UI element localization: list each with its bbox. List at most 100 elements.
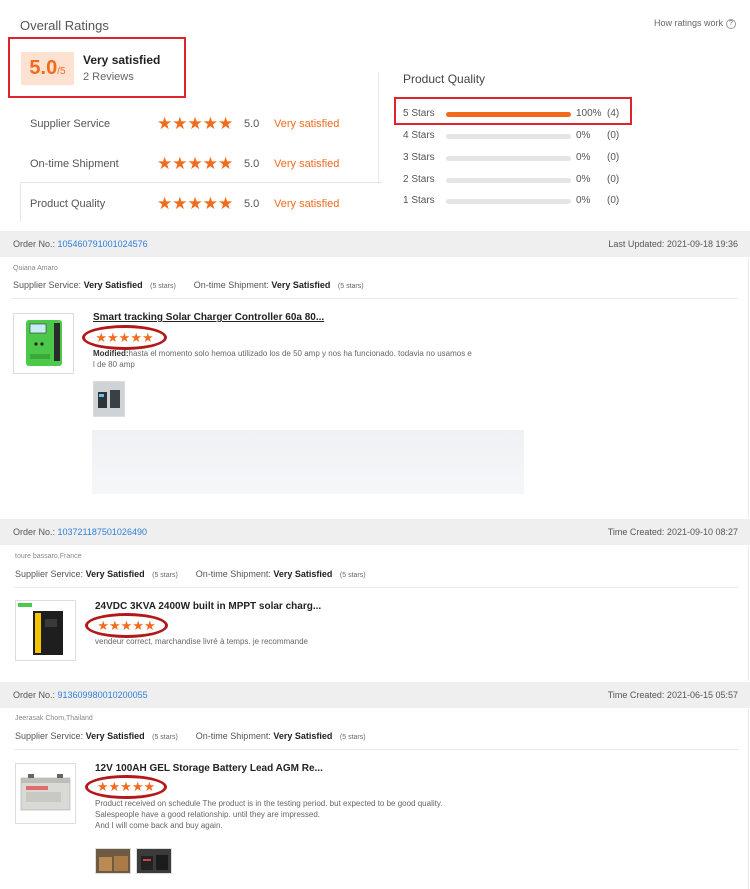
star-distribution-row: 2 Stars 0% (0) xyxy=(403,172,633,188)
order-number: Order No.: 105460791001024576 xyxy=(13,239,148,249)
order-number: Order No.: 103721187501026490 xyxy=(13,527,147,537)
divider xyxy=(748,258,749,518)
divider xyxy=(14,749,739,750)
photo-image xyxy=(137,849,171,873)
distribution-percent: 100% xyxy=(576,108,602,119)
criterion-stars: ★★★★★ xyxy=(157,114,234,133)
supplier-value: Very Satisfied xyxy=(83,280,143,290)
modified-label: Modified: xyxy=(93,349,129,358)
product-image[interactable] xyxy=(15,763,76,824)
supplier-stars: (5 stars) xyxy=(152,734,178,741)
divider xyxy=(748,546,749,681)
overall-score-label: Very satisfied xyxy=(83,53,161,67)
reviewer-name: toure bassaro,France xyxy=(15,553,82,560)
distribution-count: (0) xyxy=(607,152,620,163)
supplier-label: Supplier Service: xyxy=(13,280,82,290)
review-photo-thumbnail[interactable] xyxy=(136,848,172,874)
supplier-value: Very Satisfied xyxy=(85,569,145,579)
review-line: Salespeople have a good relationship. un… xyxy=(95,810,321,819)
star-distribution-row: 5 Stars 100% (4) xyxy=(403,106,633,122)
star-level-label: 1 Stars xyxy=(403,195,435,206)
supplier-stars: (5 stars) xyxy=(150,283,176,290)
supplier-stars: (5 stars) xyxy=(152,572,178,579)
divider xyxy=(748,709,749,889)
distribution-bar xyxy=(446,112,571,117)
product-title-link[interactable]: Smart tracking Solar Charger Controller … xyxy=(93,312,324,323)
review-stars: ★★★★★ xyxy=(97,617,156,633)
help-icon: ? xyxy=(726,18,736,29)
reviewer-name: Quiana Amaro xyxy=(13,265,58,272)
order-number-link[interactable]: 913609980010200055 xyxy=(58,690,148,700)
section-divider xyxy=(378,72,379,184)
criterion-product-quality: Product Quality ★★★★★ 5.0 Very satisfied xyxy=(30,194,380,215)
criterion-value: 5.0 xyxy=(244,158,260,170)
distribution-count: (0) xyxy=(607,195,620,206)
order-date: Last Updated: 2021-09-18 19:36 xyxy=(608,239,738,249)
review-line: vendeur correct, marchandise livré à tem… xyxy=(95,637,308,646)
review-stars: ★★★★★ xyxy=(95,329,154,345)
distribution-bar-fill xyxy=(446,112,571,117)
order-number-link[interactable]: 105460791001024576 xyxy=(58,239,148,249)
review-stars: ★★★★★ xyxy=(96,779,156,795)
solar-controller-image xyxy=(26,320,62,366)
review-line: And I will come back and buy again. xyxy=(95,821,223,830)
distribution-count: (4) xyxy=(607,108,620,119)
criterion-value: 5.0 xyxy=(244,118,260,130)
star-distribution-row: 4 Stars 0% (0) xyxy=(403,128,633,144)
criterion-stars: ★★★★★ xyxy=(157,154,234,173)
order-number: Order No.: 913609980010200055 xyxy=(13,690,148,700)
order-number-link[interactable]: 103721187501026490 xyxy=(58,527,147,537)
star-level-label: 4 Stars xyxy=(403,130,435,141)
overall-ratings-title: Overall Ratings xyxy=(20,18,109,33)
shipment-label: On-time Shipment: xyxy=(195,569,271,579)
star-distribution-row: 3 Stars 0% (0) xyxy=(403,150,633,166)
criterion-verdict: Very satisfied xyxy=(274,198,340,210)
shipment-stars: (5 stars) xyxy=(339,572,366,579)
star-level-label: 3 Stars xyxy=(403,152,435,163)
divider xyxy=(12,298,738,299)
criterion-value: 5.0 xyxy=(244,198,260,210)
service-ratings: Supplier Service: Very Satisfied (5 star… xyxy=(15,569,366,579)
review-photo-thumbnail[interactable] xyxy=(93,381,125,417)
star-distribution-row: 1 Stars 0% (0) xyxy=(403,193,633,209)
distribution-count: (0) xyxy=(607,174,620,185)
divider xyxy=(14,587,739,588)
criterion-verdict: Very satisfied xyxy=(274,158,340,170)
order-header: Order No.: 105460791001024576 Last Updat… xyxy=(0,231,750,257)
supplier-value: Very Satisfied xyxy=(85,731,145,741)
distribution-percent: 0% xyxy=(576,152,591,163)
overall-score-max: /5 xyxy=(57,66,66,77)
shipment-value: Very Satisfied xyxy=(273,569,333,579)
how-ratings-label: How ratings work xyxy=(653,18,723,28)
product-title-link[interactable]: 24VDC 3KVA 2400W built in MPPT solar cha… xyxy=(95,601,321,612)
order-label: Order No.: xyxy=(13,527,56,537)
battery-image xyxy=(20,774,71,811)
product-image[interactable] xyxy=(15,600,76,661)
product-image[interactable] xyxy=(13,313,74,374)
review-text: Product received on schedule The product… xyxy=(95,798,515,831)
distribution-bar xyxy=(446,156,571,161)
service-ratings: Supplier Service: Very Satisfied (5 star… xyxy=(15,731,366,741)
review-photo-thumbnail[interactable] xyxy=(95,848,131,874)
shipment-stars: (5 stars) xyxy=(337,283,364,290)
product-quality-title: Product Quality xyxy=(403,72,486,86)
stars-highlight-oval: ★★★★★ xyxy=(82,325,167,350)
distribution-percent: 0% xyxy=(576,174,591,185)
stars-highlight-oval: ★★★★★ xyxy=(85,613,168,638)
criterion-stars: ★★★★★ xyxy=(157,194,234,213)
shipment-value: Very Satisfied xyxy=(271,280,331,290)
overall-score: 5.0 xyxy=(29,57,58,79)
criterion-name: Product Quality xyxy=(30,198,106,210)
distribution-bar xyxy=(446,178,571,183)
how-ratings-work-link[interactable]: How ratings work? xyxy=(654,18,736,29)
review-text: Modified:hasta el momento solo hemoa uti… xyxy=(93,348,513,370)
order-header: Order No.: 913609980010200055 Time Creat… xyxy=(0,682,750,708)
criterion-name: Supplier Service xyxy=(30,118,111,130)
product-title-link[interactable]: 12V 100AH GEL Storage Battery Lead AGM R… xyxy=(95,763,323,774)
shipment-label: On-time Shipment: xyxy=(195,731,271,741)
shipment-value: Very Satisfied xyxy=(273,731,333,741)
shipment-stars: (5 stars) xyxy=(339,734,366,741)
review-line: hasta el momento solo hemoa utilizado lo… xyxy=(128,349,472,358)
service-ratings: Supplier Service: Very Satisfied (5 star… xyxy=(13,280,364,290)
reviewer-name: Jeerasak Chom,Thailand xyxy=(15,715,93,722)
